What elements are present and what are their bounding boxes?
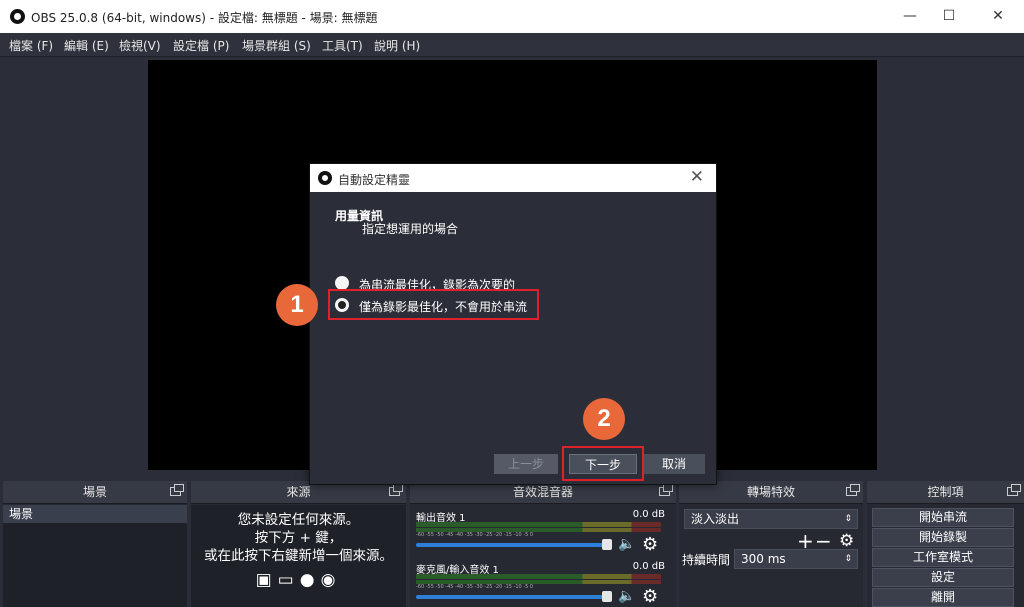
sources-empty-text-3: 或在此按下右鍵新增一個來源。 xyxy=(204,548,393,564)
dialog-close-icon[interactable]: ✕ xyxy=(690,167,704,187)
menu-file[interactable]: 檔案 (F) xyxy=(9,37,53,54)
volume-slider-handle[interactable] xyxy=(602,591,612,602)
track-db: 0.0 dB xyxy=(632,561,665,572)
camera-icon: ◉ xyxy=(320,570,342,590)
transition-select[interactable]: 淡入淡出 ⇕ xyxy=(684,509,858,529)
spin-arrows-icon: ⇕ xyxy=(844,514,852,524)
close-button[interactable]: ✕ xyxy=(975,0,1021,33)
highlight-box-next xyxy=(562,446,644,481)
sources-title: 來源 xyxy=(286,485,311,499)
dialog-title: 自動設定精靈 xyxy=(338,173,411,187)
sources-empty-text-1: 您未設定任何來源。 xyxy=(237,512,360,528)
audio-mixer-panel: 音效混音器 輸出音效 1 0.0 dB -60 -55 -50 -45 -40 … xyxy=(410,481,676,607)
exit-button[interactable]: 離開 xyxy=(872,588,1014,607)
scene-item[interactable]: 場景 xyxy=(3,505,187,523)
volume-slider-handle[interactable] xyxy=(602,539,612,550)
back-button[interactable]: 上一步 xyxy=(494,454,558,474)
highlight-box-option xyxy=(328,289,539,320)
sources-empty-area[interactable]: 您未設定任何來源。 按下方 + 鍵， 或在此按下右鍵新增一個來源。 ▣▭●◉ xyxy=(191,505,406,607)
track-db: 0.0 dB xyxy=(632,509,665,520)
menu-view[interactable]: 檢視(V) xyxy=(119,37,161,54)
window-title: OBS 25.0.8 (64-bit, windows) - 設定檔: 無標題 … xyxy=(31,11,378,25)
spin-arrows-icon: ⇕ xyxy=(844,554,852,564)
menu-bar: 檔案 (F) 編輯 (E) 檢視(V) 設定檔 (P) 場景群組 (S) 工具(… xyxy=(0,33,1024,57)
auto-config-wizard-dialog: 自動設定精靈 ✕ 用量資訊 指定想運用的場合 為串流最佳化，錄影為次要的 僅為錄… xyxy=(309,163,717,485)
menu-scene-collection[interactable]: 場景群組 (S) xyxy=(242,37,311,54)
step-badge-1: 1 xyxy=(276,284,318,326)
gear-icon[interactable]: ⚙ xyxy=(642,534,658,555)
duration-label: 持續時間 xyxy=(682,553,731,567)
controls-header: 控制項 xyxy=(867,481,1024,504)
controls-panel: 控制項 開始串流 開始錄製 工作室模式 設定 離開 xyxy=(867,481,1024,607)
menu-tools[interactable]: 工具(T) xyxy=(322,37,363,54)
scenes-panel: 場景 場景 xyxy=(3,481,187,607)
duration-input[interactable]: 300 ms ⇕ xyxy=(734,549,858,569)
volume-meter xyxy=(416,574,661,579)
transition-select-value: 淡入淡出 xyxy=(691,512,740,526)
obs-logo-icon xyxy=(10,9,25,24)
scenes-title: 場景 xyxy=(82,485,107,499)
start-streaming-button[interactable]: 開始串流 xyxy=(872,508,1014,527)
duration-value: 300 ms xyxy=(741,552,786,566)
undock-icon[interactable] xyxy=(659,484,673,496)
undock-icon[interactable] xyxy=(1007,484,1021,496)
image-icon: ▣ xyxy=(255,570,278,590)
radio-button[interactable] xyxy=(335,276,349,290)
cancel-button[interactable]: 取消 xyxy=(643,454,705,474)
settings-button[interactable]: 設定 xyxy=(872,568,1014,587)
maximize-button[interactable]: ☐ xyxy=(926,0,972,33)
step-badge-2: 2 xyxy=(583,398,625,440)
volume-slider[interactable] xyxy=(416,543,612,547)
undock-icon[interactable] xyxy=(846,484,860,496)
scenes-header: 場景 xyxy=(3,481,187,504)
sources-empty-text-2: 按下方 + 鍵， xyxy=(254,530,343,546)
start-recording-button[interactable]: 開始錄製 xyxy=(872,528,1014,547)
undock-icon[interactable] xyxy=(170,484,184,496)
dialog-titlebar: 自動設定精靈 ✕ xyxy=(310,164,716,192)
sources-panel: 來源 您未設定任何來源。 按下方 + 鍵， 或在此按下右鍵新增一個來源。 ▣▭●… xyxy=(191,481,406,607)
scene-list: 場景 xyxy=(3,505,187,607)
gear-icon[interactable]: ⚙ xyxy=(642,586,658,607)
volume-slider[interactable] xyxy=(416,595,612,599)
studio-mode-button[interactable]: 工作室模式 xyxy=(872,548,1014,567)
source-type-icons: ▣▭●◉ xyxy=(191,571,406,589)
transitions-title: 轉場特效 xyxy=(746,485,795,499)
mixer-title: 音效混音器 xyxy=(512,485,573,499)
menu-edit[interactable]: 編輯 (E) xyxy=(64,37,109,54)
menu-help[interactable]: 說明 (H) xyxy=(374,37,420,54)
controls-title: 控制項 xyxy=(927,485,964,499)
dialog-subheading: 指定想運用的場合 xyxy=(362,222,459,236)
obs-logo-icon xyxy=(318,171,332,185)
monitor-icon: ▭ xyxy=(277,570,300,590)
globe-icon: ● xyxy=(299,570,321,590)
menu-profile[interactable]: 設定檔 (P) xyxy=(173,37,229,54)
window-titlebar: OBS 25.0.8 (64-bit, windows) - 設定檔: 無標題 … xyxy=(0,0,1024,34)
speaker-icon[interactable]: 🔈 xyxy=(618,588,635,604)
transitions-panel: 轉場特效 淡入淡出 ⇕ + − ⚙ 持續時間 300 ms ⇕ xyxy=(679,481,863,607)
volume-meter xyxy=(416,522,661,527)
undock-icon[interactable] xyxy=(389,484,403,496)
gear-icon[interactable]: ⚙ xyxy=(839,531,854,551)
speaker-icon[interactable]: 🔈 xyxy=(618,536,635,552)
